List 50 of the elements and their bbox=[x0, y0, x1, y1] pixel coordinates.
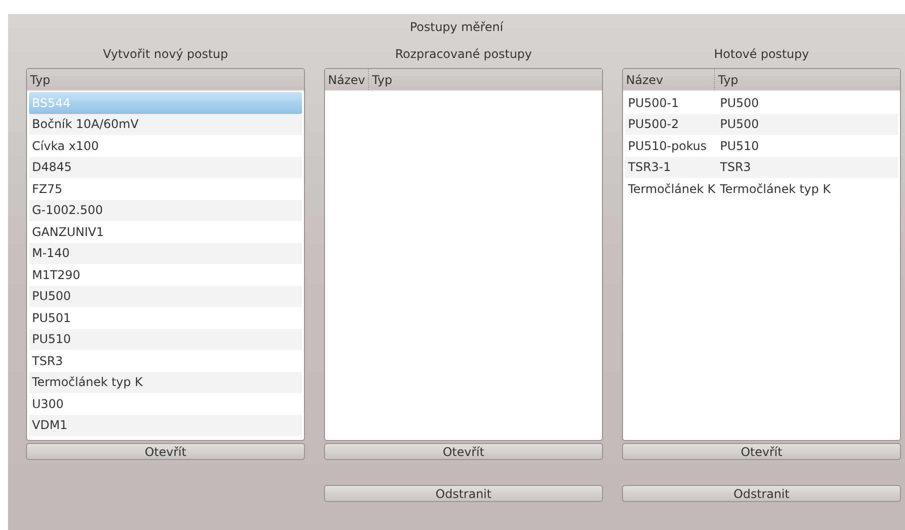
window-title: Postupy měření bbox=[408, 19, 504, 36]
list-row[interactable]: Termočlánek typ K bbox=[29, 372, 302, 393]
cell-text: M-140 bbox=[31, 245, 71, 262]
cell-text: PU500 bbox=[719, 94, 760, 112]
cell-text: FZ75 bbox=[31, 180, 64, 198]
column-header[interactable]: Název bbox=[325, 69, 369, 90]
panel-heading: Rozpracované postupy bbox=[394, 46, 533, 63]
cell-text: BS544 bbox=[31, 94, 72, 112]
cell-text: Termočlánek typ K bbox=[31, 374, 144, 392]
cell-text: PU500 bbox=[31, 288, 72, 306]
cell-text: D4845 bbox=[31, 159, 73, 176]
column-header[interactable]: Název bbox=[623, 69, 715, 90]
action-button[interactable]: Otevřít bbox=[26, 443, 305, 460]
panel-heading: Vytvořit nový postup bbox=[102, 46, 230, 63]
cell-text: U300 bbox=[31, 396, 65, 413]
cell-text: Cívka x100 bbox=[31, 138, 100, 155]
cell-text: Termočlánek typ K bbox=[719, 180, 832, 198]
cell-text: Bočník 10A/60mV bbox=[31, 116, 140, 134]
cell-text: PU500-2 bbox=[627, 116, 680, 134]
action-button[interactable]: Odstranit bbox=[622, 485, 901, 502]
cell-text: PU500 bbox=[719, 116, 760, 134]
column-header[interactable]: Typ bbox=[369, 69, 602, 90]
cell-text: PU510 bbox=[31, 331, 72, 348]
list-row[interactable]: PU500 bbox=[29, 286, 302, 307]
cell-text: PU510-pokus bbox=[627, 138, 708, 155]
cell-text: TSR3 bbox=[31, 352, 64, 370]
cell-text: GANZUNIV1 bbox=[31, 224, 105, 241]
column-header[interactable]: Typ bbox=[27, 69, 304, 90]
list-row[interactable]: TSR3-1 TSR3 bbox=[625, 156, 898, 178]
cell-text: M1T290 bbox=[31, 266, 82, 284]
list-row[interactable]: VDM1 bbox=[29, 414, 302, 436]
list-row[interactable]: Bočník 10A/60mV bbox=[29, 114, 302, 135]
action-button[interactable]: Otevřít bbox=[622, 443, 901, 460]
cell-text: PU500-1 bbox=[627, 94, 680, 112]
cell-text: VDM1 bbox=[31, 417, 68, 434]
cell-text: G-1002.500 bbox=[31, 202, 104, 220]
cell-text: TSR3-1 bbox=[627, 159, 672, 176]
list-row[interactable]: M-140 bbox=[29, 242, 302, 264]
cell-text: PU510 bbox=[719, 138, 760, 155]
cell-text: Termočlánek K bbox=[627, 180, 716, 198]
list-row[interactable]: PU510 bbox=[29, 328, 302, 350]
action-button[interactable]: Otevřít bbox=[324, 443, 603, 460]
cell-text: PU501 bbox=[31, 310, 72, 327]
list-row[interactable]: D4845 bbox=[29, 156, 302, 178]
action-button[interactable]: Odstranit bbox=[324, 485, 603, 502]
column-header[interactable]: Typ bbox=[715, 69, 900, 90]
panel-heading: Hotové postupy bbox=[713, 46, 810, 63]
cell-text: TSR3 bbox=[719, 159, 752, 176]
list-row[interactable]: PU500-2 PU500 bbox=[625, 114, 898, 135]
list-row[interactable]: G-1002.500 bbox=[29, 200, 302, 221]
